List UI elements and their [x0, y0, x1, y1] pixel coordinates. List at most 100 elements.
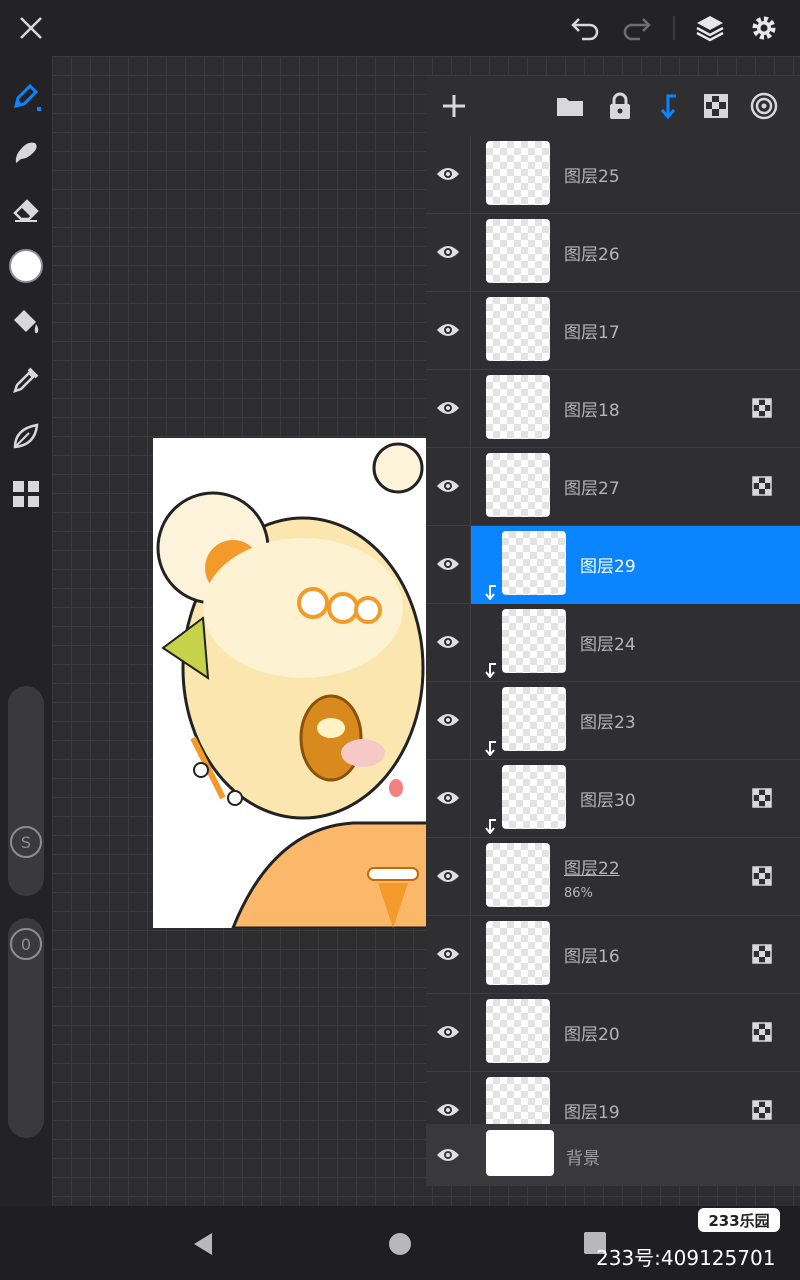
row-divider: [470, 214, 471, 292]
clipping-mask-icon: [484, 584, 498, 601]
home-icon[interactable]: [386, 1230, 414, 1262]
layers-panel-header: [426, 76, 800, 136]
visibility-eye-icon[interactable]: [432, 1013, 464, 1051]
back-icon[interactable]: [190, 1230, 218, 1262]
row-divider: [470, 916, 471, 994]
visibility-eye-icon[interactable]: [432, 857, 464, 895]
pen-icon[interactable]: [6, 76, 46, 116]
toolbar-separator: [673, 16, 675, 40]
layer-row[interactable]: 图层23: [426, 682, 800, 760]
folder-icon[interactable]: [550, 86, 590, 126]
row-divider: [470, 682, 471, 760]
eraser-icon[interactable]: [6, 188, 46, 228]
layer-row[interactable]: 图层26: [426, 214, 800, 292]
watermark-badge: 233乐园: [698, 1208, 780, 1232]
brush-size-slider[interactable]: S: [8, 686, 44, 896]
visibility-eye-icon[interactable]: [432, 467, 464, 505]
eyedropper-icon[interactable]: [6, 360, 46, 400]
layer-thumbnail: [486, 453, 550, 517]
layer-thumbnail: [486, 843, 550, 907]
alpha-lock-icon[interactable]: [752, 476, 772, 496]
clipping-mask-icon: [484, 740, 498, 757]
alpha-lock-icon[interactable]: [752, 944, 772, 964]
layer-name: 图层29: [580, 557, 636, 577]
visibility-eye-icon[interactable]: [432, 623, 464, 661]
visibility-eye-icon[interactable]: [432, 701, 464, 739]
lock-icon[interactable]: [600, 86, 640, 126]
layer-row[interactable]: 图层25: [426, 136, 800, 214]
layer-name: 图层18: [564, 401, 620, 421]
layer-thumbnail: [486, 921, 550, 985]
redo-icon[interactable]: [616, 8, 656, 48]
row-divider: [470, 526, 471, 604]
left-toolbar: S 0: [0, 56, 52, 1206]
layer-name: 图层23: [580, 713, 636, 733]
brush-size-label: S: [20, 832, 32, 852]
add-icon[interactable]: [434, 86, 474, 126]
brush-opacity-knob[interactable]: 0: [10, 928, 42, 960]
layer-thumbnail: [486, 999, 550, 1063]
brush-size-knob[interactable]: S: [10, 826, 42, 858]
layer-name: 图层27: [564, 479, 620, 499]
watermark-id: 233号:409125701: [596, 1246, 776, 1270]
layer-row[interactable]: 图层18: [426, 370, 800, 448]
layer-row[interactable]: 图层27: [426, 448, 800, 526]
layer-name: 背景: [566, 1149, 600, 1169]
close-icon[interactable]: [11, 8, 51, 48]
visibility-eye-icon[interactable]: [432, 389, 464, 427]
row-divider: [470, 292, 471, 370]
visibility-eye-icon[interactable]: [432, 1136, 464, 1174]
fill-bucket-icon[interactable]: [6, 302, 46, 342]
color-swatch-circle: [9, 249, 43, 283]
layer-row[interactable]: 图层17: [426, 292, 800, 370]
clip-arrow-icon[interactable]: [648, 86, 688, 126]
artwork-drawing: [156, 442, 443, 928]
alpha-lock-icon[interactable]: [752, 866, 772, 886]
color-swatch[interactable]: [6, 246, 46, 286]
settings-icon[interactable]: [744, 8, 784, 48]
row-divider: [470, 838, 471, 916]
layer-row[interactable]: 图层29: [426, 526, 800, 604]
visibility-eye-icon[interactable]: [432, 779, 464, 817]
alpha-lock-icon[interactable]: [696, 86, 736, 126]
visibility-eye-icon[interactable]: [432, 311, 464, 349]
leaf-icon[interactable]: [6, 416, 46, 456]
layer-row[interactable]: 图层22 86%: [426, 838, 800, 916]
grid-menu-icon[interactable]: [6, 474, 46, 514]
undo-icon[interactable]: [566, 8, 606, 48]
layer-row-background[interactable]: 背景: [426, 1124, 800, 1186]
layer-opacity: 86%: [564, 886, 593, 901]
clipping-mask-icon: [484, 662, 498, 679]
layer-row[interactable]: 图层24: [426, 604, 800, 682]
artwork-canvas[interactable]: [153, 438, 443, 928]
layer-name: 图层30: [580, 791, 636, 811]
alpha-lock-icon[interactable]: [752, 398, 772, 418]
layer-name: 图层25: [564, 167, 620, 187]
layer-thumbnail: [502, 687, 566, 751]
layer-name: 图层24: [580, 635, 636, 655]
alpha-lock-icon[interactable]: [752, 1100, 772, 1120]
layer-row[interactable]: 图层30: [426, 760, 800, 838]
target-icon[interactable]: [744, 86, 784, 126]
layer-name: 图层17: [564, 323, 620, 343]
layer-name: 图层26: [564, 245, 620, 265]
alpha-lock-icon[interactable]: [752, 1022, 772, 1042]
layer-name: 图层16: [564, 947, 620, 967]
visibility-eye-icon[interactable]: [432, 155, 464, 193]
brush-opacity-label: 0: [20, 934, 32, 954]
alpha-lock-icon[interactable]: [752, 788, 772, 808]
visibility-eye-icon[interactable]: [432, 545, 464, 583]
visibility-eye-icon[interactable]: [432, 233, 464, 271]
top-bar: [0, 0, 800, 56]
layers-icon[interactable]: [690, 8, 730, 48]
row-divider: [470, 604, 471, 682]
smudge-icon[interactable]: [6, 132, 46, 172]
layer-row[interactable]: 图层20: [426, 994, 800, 1072]
visibility-eye-icon[interactable]: [432, 935, 464, 973]
layer-name: 图层20: [564, 1025, 620, 1045]
layer-thumbnail: [502, 609, 566, 673]
brush-opacity-slider[interactable]: 0: [8, 918, 44, 1138]
layer-thumbnail: [502, 531, 566, 595]
row-divider: [470, 136, 471, 214]
layer-row[interactable]: 图层16: [426, 916, 800, 994]
